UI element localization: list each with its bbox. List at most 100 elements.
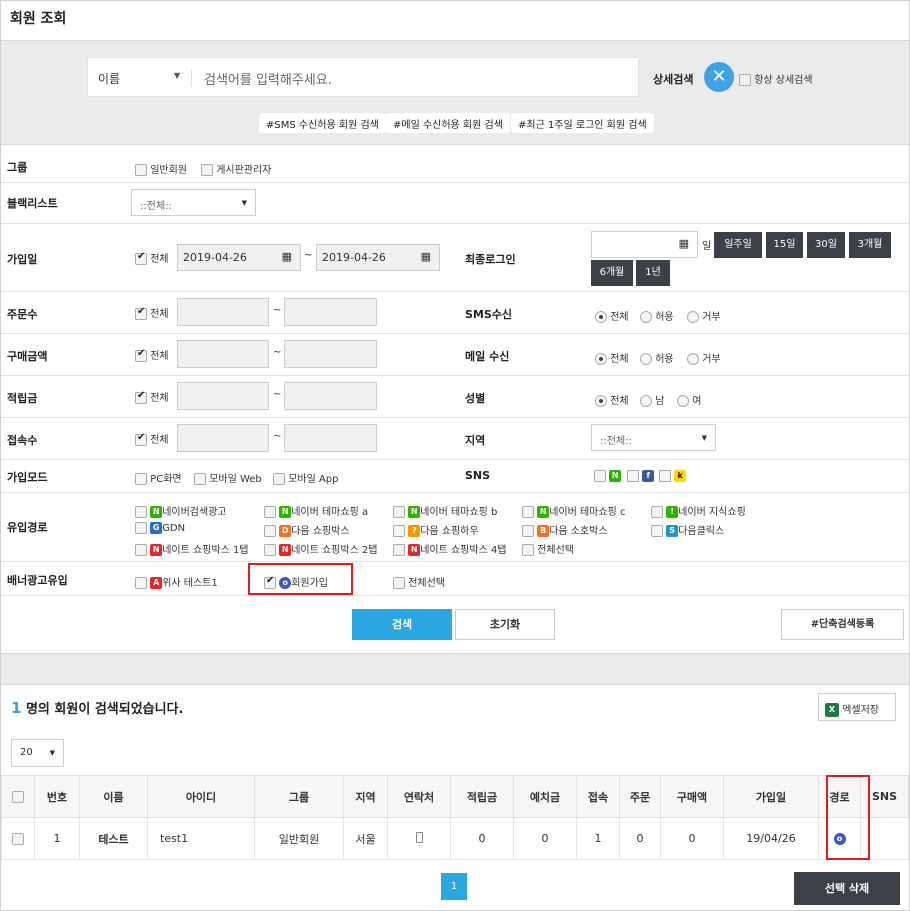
btn-30days[interactable]: 30일	[807, 232, 845, 258]
purchase-min[interactable]	[177, 340, 269, 368]
group-board-admin[interactable]: 게시판관리자	[201, 161, 271, 176]
group-general[interactable]: 일반회원	[135, 161, 187, 176]
advanced-search-label: 상세검색	[653, 73, 694, 86]
orders-max[interactable]	[284, 298, 377, 326]
btn-6months[interactable]: 6개월	[591, 260, 633, 286]
sns-facebook[interactable]: f	[627, 470, 655, 482]
row-visits: 접속수 전체 ~ 지역 ::전체::▼	[1, 418, 909, 460]
inflow-gdn[interactable]: G GDN	[135, 522, 185, 534]
pill-mail[interactable]: #메일 수신허용 회원 검색	[386, 113, 510, 133]
visits-all[interactable]: 전체	[135, 431, 169, 446]
option-label: 네이버 지식쇼핑	[678, 507, 746, 518]
always-advanced-checkbox[interactable]: 항상 상세검색	[739, 71, 813, 86]
btn-15days[interactable]: 15일	[766, 232, 803, 258]
row-checkbox[interactable]	[1, 817, 35, 860]
tilde: ~	[273, 431, 282, 442]
sms-allow[interactable]: 허용	[640, 308, 674, 323]
gender-male[interactable]: 남	[640, 392, 664, 407]
date-value: 2019-04-26	[183, 251, 247, 264]
cell-joined: 19/04/26	[723, 817, 819, 860]
gender-all[interactable]: 전체	[595, 392, 629, 407]
cell-name[interactable]: 테스트	[79, 817, 148, 860]
chevron-down-icon: ▼	[701, 434, 707, 442]
orders-all[interactable]: 전체	[135, 305, 169, 320]
page-size-select[interactable]: 20 ▼	[11, 739, 64, 767]
inflow-nate-4[interactable]: N 네이트 쇼핑박스 4탭	[393, 541, 507, 556]
sms-deny[interactable]: 거부	[687, 308, 721, 323]
visits-min[interactable]	[177, 424, 269, 452]
calendar-icon[interactable]: ▦	[282, 250, 292, 263]
gender-female[interactable]: 여	[677, 392, 701, 407]
search-field-select[interactable]: 이름	[98, 70, 120, 87]
join-mode-mobile-web[interactable]: 모바일 Web	[194, 470, 262, 485]
select-all-checkbox[interactable]	[1, 775, 35, 818]
region-select[interactable]: ::전체:: ▼	[591, 424, 716, 451]
inflow-daum-clicks[interactable]: S 다음클릭스	[651, 522, 724, 537]
inflow-nate-2[interactable]: N 네이트 쇼핑박스 2탭	[264, 541, 378, 556]
select-value: ::전체::	[140, 201, 172, 212]
inflow-daum-soho[interactable]: B 다음 소호박스	[522, 522, 608, 537]
option-label: 다음클릭스	[678, 526, 725, 537]
banner-wisa-test[interactable]: A 위사 테스트1	[135, 574, 218, 589]
btn-1week[interactable]: 일주일	[714, 232, 762, 258]
blacklist-select[interactable]: ::전체:: ▼	[131, 189, 256, 216]
points-max[interactable]	[284, 382, 377, 410]
inflow-naver-a[interactable]: N 네이버 테마쇼핑 a	[264, 503, 368, 518]
visits-max[interactable]	[284, 424, 377, 452]
shortcut-register-button[interactable]: #단축검색등록	[781, 609, 904, 640]
join-date-from[interactable]: 2019-04-26 ▦	[177, 244, 301, 271]
inflow-select-all[interactable]: 전체선택	[522, 541, 574, 556]
join-mode-pc[interactable]: PC화면	[135, 470, 182, 485]
row-purchase: 구매금액 전체 ~ 메일 수신 전체 허용 거부	[1, 334, 909, 376]
delete-selected-button[interactable]: 선택 삭제	[794, 872, 900, 905]
inflow-naver-ad[interactable]: N 네이버검색광고	[135, 503, 227, 518]
sns-naver[interactable]: N	[594, 470, 622, 482]
mail-all[interactable]: 전체	[595, 350, 629, 365]
calendar-icon[interactable]: ▦	[421, 250, 431, 263]
highlight-box	[826, 775, 870, 860]
nate-icon: N	[279, 544, 292, 556]
calendar-icon[interactable]: ▦	[679, 237, 689, 250]
mail-allow[interactable]: 허용	[640, 350, 674, 365]
points-all[interactable]: 전체	[135, 389, 169, 404]
sms-all[interactable]: 전체	[595, 308, 629, 323]
mail-deny[interactable]: 거부	[687, 350, 721, 365]
result-summary: 1 명의 회원이 검색되었습니다.	[11, 698, 183, 717]
inflow-daum-shoppingbox[interactable]: D 다음 쇼핑박스	[264, 522, 350, 537]
sms-label: SMS수신	[465, 308, 513, 321]
btn-3months[interactable]: 3개월	[849, 232, 891, 258]
page-button-1[interactable]: 1	[441, 873, 467, 900]
search-input[interactable]: 검색어를 입력해주세요.	[204, 69, 332, 88]
close-icon[interactable]: ✕	[704, 62, 734, 92]
pill-recent-login[interactable]: #최근 1주일 로그인 회원 검색	[511, 113, 654, 133]
reset-button[interactable]: 초기화	[455, 609, 555, 640]
search-button[interactable]: 검색	[352, 609, 452, 640]
option-label: 네이트 쇼핑박스 1탭	[162, 545, 249, 556]
cell-region: 서울	[343, 817, 388, 860]
option-label: 네이버 테마쇼핑 a	[291, 507, 369, 518]
phone-icon[interactable]	[415, 831, 423, 843]
inflow-daum-shoppinghow[interactable]: ? 다음 쇼핑하우	[393, 522, 479, 537]
table-row[interactable]: 1 테스트 test1 일반회원 서울 0 0 1 0 0 19/04/26 o	[1, 817, 909, 860]
gender-label: 성별	[465, 392, 486, 405]
excel-save-button[interactable]: X 엑셀저장	[818, 693, 896, 721]
join-mode-mobile-app[interactable]: 모바일 App	[273, 470, 339, 485]
chevron-down-icon[interactable]: ▼	[174, 71, 180, 80]
purchase-all[interactable]: 전체	[135, 347, 169, 362]
orders-min[interactable]	[177, 298, 269, 326]
points-min[interactable]	[177, 382, 269, 410]
option-label: PC화면	[150, 474, 182, 485]
last-login-date[interactable]: ▦	[591, 231, 698, 258]
join-date-all[interactable]: 전체	[135, 250, 169, 265]
cell-points: 0	[450, 817, 514, 860]
sns-kakao[interactable]: k	[659, 470, 687, 482]
inflow-naver-knowledge[interactable]: ! 네이버 지식쇼핑	[651, 503, 746, 518]
purchase-max[interactable]	[284, 340, 377, 368]
join-date-to[interactable]: 2019-04-26 ▦	[316, 244, 440, 271]
banner-select-all[interactable]: 전체선택	[393, 574, 445, 589]
pill-sms[interactable]: #SMS 수신허용 회원 검색	[259, 113, 386, 133]
inflow-nate-1[interactable]: N 네이트 쇼핑박스 1탭	[135, 541, 249, 556]
btn-1year[interactable]: 1년	[636, 260, 670, 286]
inflow-naver-c[interactable]: N 네이버 테마쇼핑 c	[522, 503, 625, 518]
inflow-naver-b[interactable]: N 네이버 테마쇼핑 b	[393, 503, 497, 518]
